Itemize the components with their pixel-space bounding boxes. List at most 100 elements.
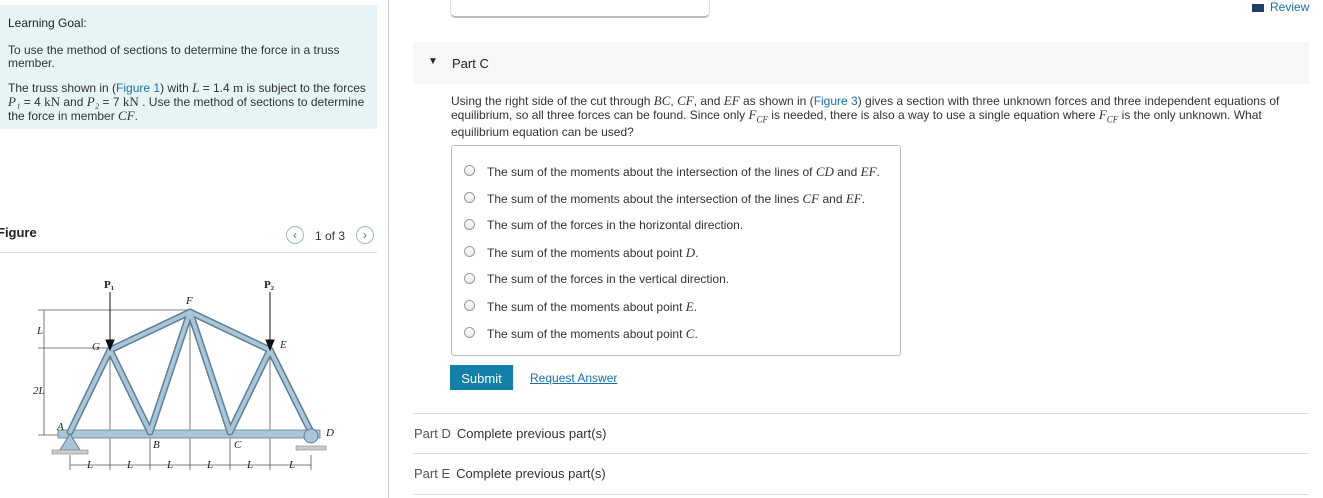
label-P2: P₂ [264,279,275,291]
chevron-left-icon: ‹ [293,228,297,242]
review-link[interactable]: Review [1252,0,1309,14]
math: E [685,299,694,314]
text: The sum of the moments about the interse… [487,192,803,206]
text: . [694,327,698,341]
text: The sum of the moments about the interse… [487,165,816,179]
request-answer-link[interactable]: Request Answer [530,371,617,385]
text: . [134,109,139,123]
option-2[interactable]: The sum of the forces in the horizontal … [464,216,894,236]
next-figure-button[interactable]: › [356,226,374,244]
text: The sum of the moments about point [487,327,686,341]
label-B: B [153,439,160,451]
dim-label: L [246,459,253,471]
problem-statement: The truss shown in (Figure 1) with L = 1… [8,81,368,123]
math: EF [860,164,877,179]
text: = 7 [99,95,123,109]
math: CF [802,191,820,206]
truss-figure: P₁ P₂ F G E A B C D L 2L L L L L L L [33,279,334,471]
var-CF: CF [677,93,694,108]
option-label: The sum of the moments about point D. [487,245,699,261]
learning-goal-title: Learning Goal: [8,16,87,30]
radio-button[interactable] [464,165,475,176]
option-0[interactable]: The sum of the moments about the interse… [464,162,894,182]
submit-button[interactable]: Submit [450,365,513,390]
math: CD [815,164,834,179]
collapse-triangle-icon[interactable]: ▼ [428,56,438,67]
var-EF: EF [723,93,740,108]
radio-button[interactable] [464,327,475,338]
divider [0,252,377,253]
text: and [833,165,861,179]
figure-1-link[interactable]: Figure 1 [116,81,160,95]
radio-button[interactable] [464,192,475,203]
unit-kN: kN [44,94,61,109]
radio-button[interactable] [464,300,475,311]
radio-button[interactable] [464,219,475,230]
option-label: The sum of the forces in the vertical di… [487,272,729,286]
dim-label: L [86,459,93,471]
part-d-row[interactable]: Part D Complete previous part(s) [414,426,606,441]
text: = 4 [20,95,45,109]
left-panel: Learning Goal: To use the method of sect… [0,0,389,498]
label-A: A [56,421,64,433]
option-1[interactable]: The sum of the moments about the interse… [464,189,894,209]
option-3[interactable]: The sum of the moments about point D. [464,243,894,263]
part-c-title: Part C [452,56,489,71]
review-label: Review [1270,0,1310,14]
radio-button[interactable] [464,273,475,284]
option-5[interactable]: The sum of the moments about point E. [464,297,894,317]
part-e-row[interactable]: Part E Complete previous part(s) [414,466,606,481]
part-e-label: Part E [414,466,451,481]
radio-button[interactable] [464,246,475,257]
dim-label: L [166,459,173,471]
prev-figure-button[interactable]: ‹ [286,226,304,244]
part-c-question: Using the right side of the cut through … [451,94,1301,139]
option-label: The sum of the moments about point C. [487,326,698,342]
previous-part-collapsed [450,0,710,18]
text: The truss shown in ( [8,81,117,95]
label-G: G [92,341,100,353]
learning-goal-text: To use the method of sections to determi… [8,43,340,70]
book-icon [1252,3,1264,12]
option-6[interactable]: The sum of the moments about point C. [464,324,894,344]
option-label: The sum of the moments about the interse… [487,191,865,207]
math: EF [845,191,862,206]
dim-label: L [288,459,295,471]
part-d-status: Complete previous part(s) [456,426,607,441]
part-c-header[interactable]: ▼ Part C [413,42,1309,84]
panel-divider [388,0,389,498]
math: D [685,245,696,260]
dim-label: L [126,459,133,471]
chevron-right-icon: › [363,228,367,242]
label-P1: P₁ [104,279,114,291]
unit-m: m [233,80,244,95]
part-e-status: Complete previous part(s) [456,466,606,481]
text: The sum of the forces in the horizontal … [487,218,744,232]
option-label: The sum of the moments about point E. [487,299,697,315]
subscript-CF: CF [1106,114,1119,125]
text: is needed, there is also a way to use a … [767,108,1099,122]
label-C: C [234,439,242,451]
text: . [693,300,698,314]
option-label: The sum of the forces in the horizontal … [487,218,743,232]
label-F: F [185,295,193,307]
text: The sum of the moments about point [487,246,686,260]
label-L: L [36,325,43,337]
text: The sum of the moments about point [487,300,686,314]
unit-kN: kN [122,94,139,109]
text: , and [693,94,724,108]
divider [413,494,1309,495]
option-4[interactable]: The sum of the forces in the vertical di… [464,270,894,290]
text: ) with [160,81,193,95]
answer-options: The sum of the moments about the interse… [451,145,901,356]
figure-3-link[interactable]: Figure 3 [814,94,858,108]
text: The sum of the forces in the vertical di… [487,272,730,286]
dim-label: L [206,459,213,471]
text: . [876,165,880,179]
var-CF: CF [118,108,135,123]
subscript-CF: CF [756,114,768,125]
text: . [695,246,699,260]
label-E: E [279,339,287,351]
divider [413,413,1309,414]
var-F: F [1098,107,1107,122]
